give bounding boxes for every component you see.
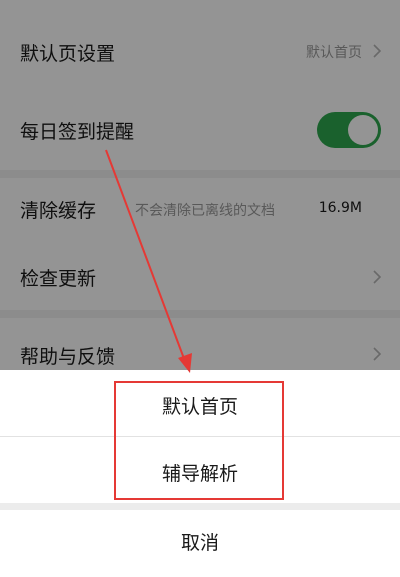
watermark-brand: Bai du 经验 [260,536,382,558]
baidu-watermark: Bai du 经验 jingyan.baidu.com [261,532,382,569]
divider [0,503,400,510]
annotation-highlight-box [114,381,284,500]
watermark-url: jingyan.baidu.com [298,559,382,569]
